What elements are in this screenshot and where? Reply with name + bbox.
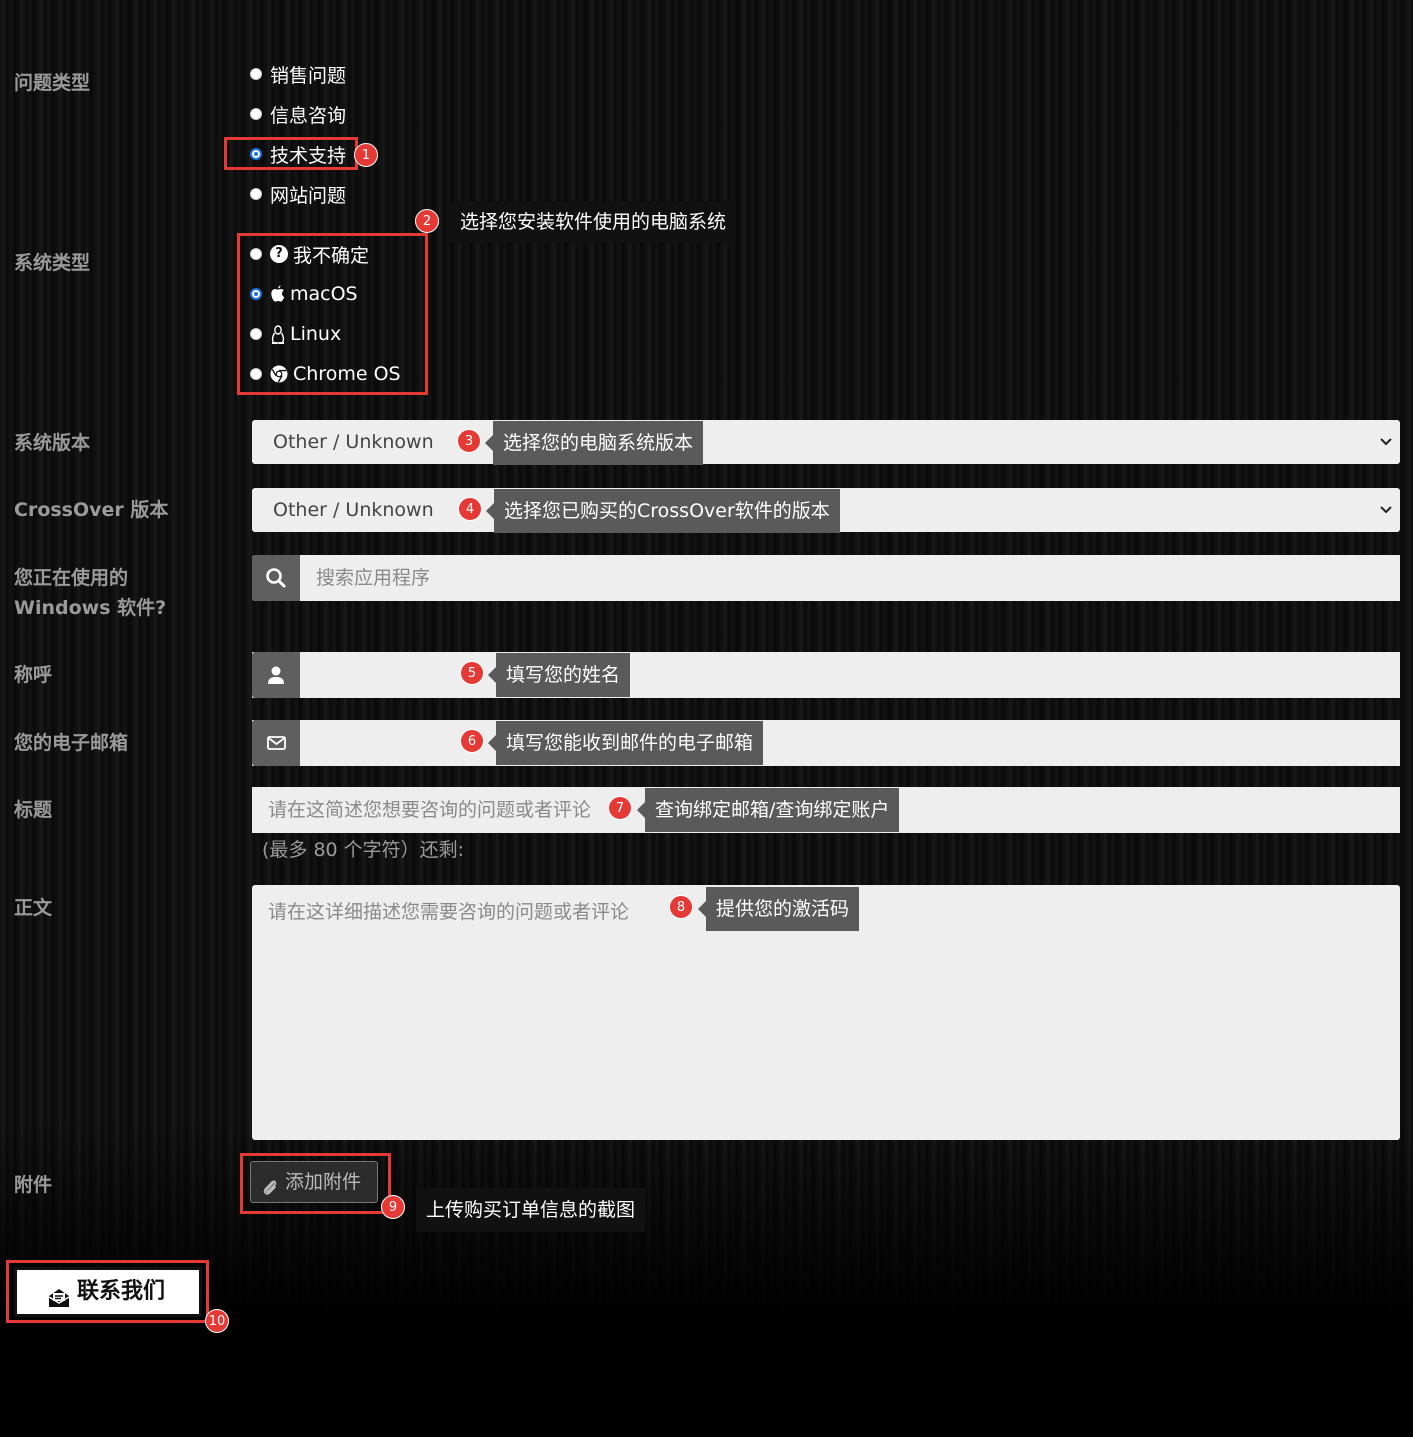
tooltip-body: 提供您的激活码 bbox=[697, 887, 860, 931]
highlight-submit bbox=[6, 1260, 209, 1323]
annotation-badge: 6 bbox=[460, 729, 484, 753]
issue-type-option-label: 网站问题 bbox=[270, 184, 347, 207]
highlight-tech-support bbox=[224, 137, 358, 170]
issue-type-option-label: 信息咨询 bbox=[270, 104, 347, 127]
tooltip-system-type: 选择您安装软件使用的电脑系统 bbox=[450, 201, 737, 243]
issue-type-option-website[interactable]: 网站问题 bbox=[250, 180, 346, 208]
radio-button[interactable] bbox=[250, 188, 262, 200]
search-icon[interactable] bbox=[252, 555, 300, 601]
annotation-badge: 5 bbox=[460, 661, 484, 685]
annotation-badge: 9 bbox=[381, 1195, 405, 1219]
annotation-badge: 4 bbox=[458, 497, 482, 521]
tooltip-crossover-version: 选择您已购买的CrossOver软件的版本 bbox=[486, 489, 840, 533]
system-version-select[interactable]: Other / Unknown bbox=[252, 420, 1400, 464]
email-label: 您的电子邮箱 bbox=[14, 732, 129, 754]
user-icon bbox=[252, 652, 300, 698]
name-label: 称呼 bbox=[14, 664, 53, 686]
email-input-group bbox=[252, 720, 1400, 766]
radio-button[interactable] bbox=[250, 108, 262, 120]
annotation-badge: 1 bbox=[354, 143, 378, 167]
chevron-down-icon bbox=[1380, 438, 1392, 446]
body-textarea-placeholder: 请在这详细描述您需要咨询的问题或者评论 bbox=[268, 901, 630, 923]
attachment-label: 附件 bbox=[14, 1174, 53, 1196]
annotation-badge: 10 bbox=[205, 1309, 229, 1333]
annotation-badge: 8 bbox=[669, 895, 693, 919]
annotation-badge: 2 bbox=[415, 209, 439, 233]
issue-type-option-sales[interactable]: 销售问题 bbox=[250, 60, 346, 88]
issue-type-label: 问题类型 bbox=[14, 72, 91, 94]
chevron-down-icon bbox=[1380, 506, 1392, 514]
tooltip-name: 填写您的姓名 bbox=[487, 653, 631, 697]
software-search-input[interactable]: 搜索应用程序 bbox=[300, 555, 1400, 601]
tooltip-system-version: 选择您的电脑系统版本 bbox=[484, 421, 704, 465]
windows-software-label-line2: Windows 软件? bbox=[14, 597, 167, 619]
radio-button[interactable] bbox=[250, 68, 262, 80]
name-input-group bbox=[252, 652, 1400, 698]
envelope-icon bbox=[252, 720, 300, 766]
highlight-attachment bbox=[240, 1153, 391, 1214]
crossover-version-label: CrossOver 版本 bbox=[14, 499, 169, 521]
issue-type-option-info[interactable]: 信息咨询 bbox=[250, 100, 346, 128]
system-version-label: 系统版本 bbox=[14, 432, 91, 454]
body-label: 正文 bbox=[14, 897, 53, 919]
system-type-label: 系统类型 bbox=[14, 252, 91, 274]
title-label: 标题 bbox=[14, 799, 53, 821]
windows-software-label-line1: 您正在使用的 bbox=[14, 567, 129, 589]
crossover-version-select-value: Other / Unknown bbox=[273, 499, 434, 521]
issue-type-option-label: 销售问题 bbox=[270, 64, 347, 87]
annotation-badge: 3 bbox=[457, 429, 481, 453]
title-char-counter: (最多 80 个字符）还剩: bbox=[262, 839, 465, 861]
tooltip-title: 查询绑定邮箱/查询绑定账户 bbox=[636, 788, 900, 832]
software-search-group: 搜索应用程序 bbox=[252, 555, 1400, 601]
system-version-select-value: Other / Unknown bbox=[273, 431, 434, 453]
highlight-system-type bbox=[237, 233, 428, 395]
annotation-badge: 7 bbox=[608, 796, 632, 820]
tooltip-email: 填写您能收到邮件的电子邮箱 bbox=[487, 721, 764, 765]
tooltip-attachment: 上传购买订单信息的截图 bbox=[416, 1188, 646, 1232]
windows-software-label: 您正在使用的 Windows 软件? bbox=[14, 563, 166, 623]
